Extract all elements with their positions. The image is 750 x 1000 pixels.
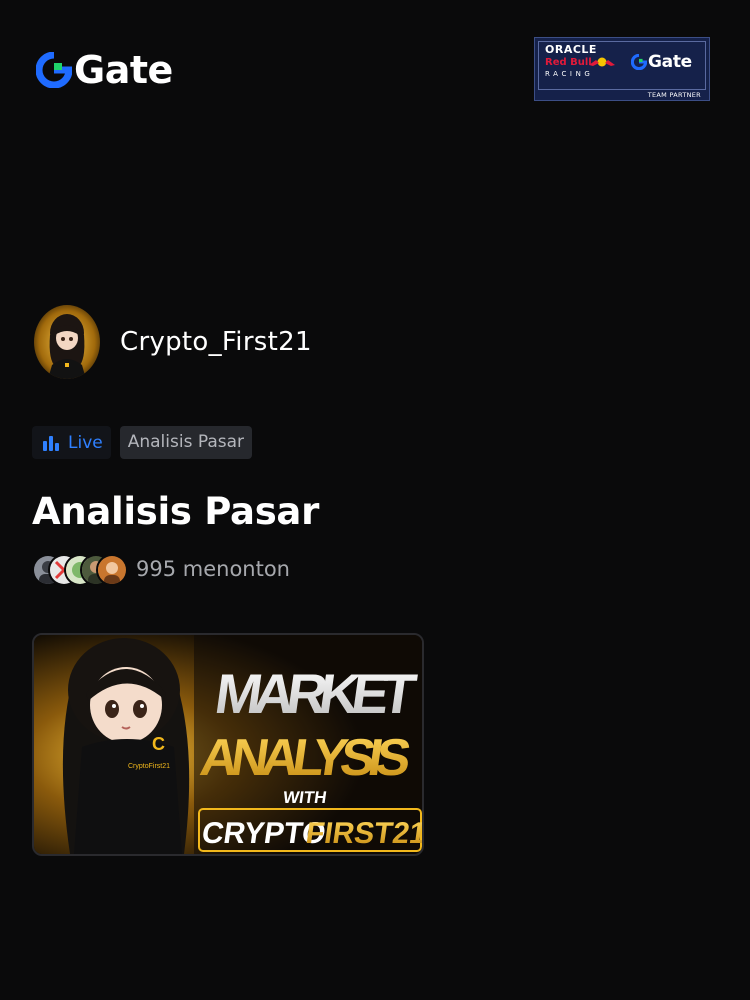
team-partner-badge: ORACLE Red Bull RACING Gate TEAM PARTNER bbox=[534, 37, 710, 101]
topic-tag[interactable]: Analisis Pasar bbox=[119, 426, 252, 459]
live-badge: Live bbox=[32, 426, 111, 459]
live-label: Live bbox=[68, 432, 103, 453]
viewer-info: 995 menonton bbox=[32, 552, 290, 586]
bar-chart-icon bbox=[43, 435, 59, 451]
gate-logo-icon bbox=[631, 54, 647, 70]
partner-brand: Gate bbox=[648, 52, 692, 72]
gate-logo-icon bbox=[36, 52, 72, 88]
stream-tags: Live Analisis Pasar bbox=[32, 426, 252, 459]
partner-line-racing: RACING bbox=[545, 70, 594, 78]
thumb-brand-b: FIRST21 bbox=[304, 817, 422, 850]
thumb-headline-3: WITH bbox=[282, 788, 328, 807]
viewer-avatars bbox=[32, 552, 128, 586]
partner-line-redbull: Red Bull bbox=[545, 57, 592, 68]
brand-name: Gate bbox=[74, 48, 173, 92]
streamer-profile[interactable]: Crypto_First21 bbox=[34, 305, 312, 379]
mascot-illustration: C CryptoFirst21 bbox=[62, 638, 190, 854]
viewer-count: 995 menonton bbox=[136, 557, 290, 581]
stream-title: Analisis Pasar bbox=[32, 490, 320, 533]
thumb-headline-1: MARKET bbox=[211, 662, 420, 725]
hoodie-text: CryptoFirst21 bbox=[128, 763, 170, 770]
avatar[interactable] bbox=[34, 305, 100, 379]
viewer-avatar bbox=[96, 554, 128, 586]
thumb-headline-2: ANALYSIS bbox=[197, 729, 415, 787]
stream-thumbnail[interactable]: C CryptoFirst21 MARKET ANALYSIS WITH CRY… bbox=[32, 633, 424, 856]
partner-line-oracle: ORACLE bbox=[545, 43, 597, 56]
red-bull-icon bbox=[589, 57, 615, 67]
streamer-name[interactable]: Crypto_First21 bbox=[120, 327, 312, 357]
partner-caption: TEAM PARTNER bbox=[647, 91, 701, 99]
gate-logo[interactable]: Gate bbox=[36, 50, 173, 90]
svg-text:C: C bbox=[152, 734, 165, 754]
